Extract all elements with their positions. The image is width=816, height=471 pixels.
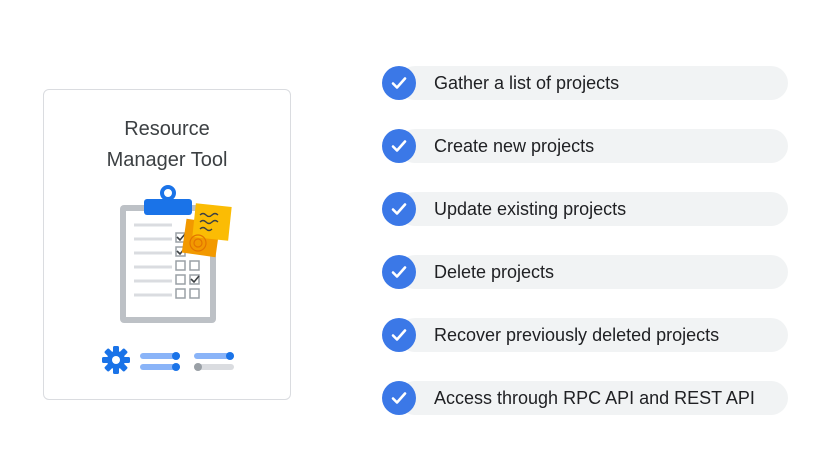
check-circle-icon — [382, 129, 416, 163]
card-title: Resource Manager Tool — [44, 114, 290, 176]
list-item: Create new projects — [382, 129, 788, 163]
check-circle-icon — [382, 318, 416, 352]
item-label: Recover previously deleted projects — [434, 325, 720, 345]
list-item: Delete projects — [382, 255, 788, 289]
list-item: Access through RPC API and REST API — [382, 381, 788, 415]
settings-controls — [102, 346, 234, 374]
check-circle-icon — [382, 255, 416, 289]
list-item: Recover previously deleted projects — [382, 318, 788, 352]
gear-icon — [102, 346, 130, 374]
item-label: Access through RPC API and REST API — [434, 388, 755, 408]
check-circle-icon — [382, 192, 416, 226]
item-label: Gather a list of projects — [434, 73, 620, 93]
card-title-line2: Manager Tool — [106, 149, 228, 171]
check-circle-icon — [382, 66, 416, 100]
list-item: Gather a list of projects — [382, 66, 788, 100]
check-circle-icon — [382, 381, 416, 415]
resource-manager-card: Resource Manager Tool — [43, 89, 291, 400]
item-label: Update existing projects — [434, 199, 627, 219]
list-item: Update existing projects — [382, 192, 788, 226]
item-label: Create new projects — [434, 136, 595, 156]
toggle-icon — [140, 352, 234, 371]
item-label: Delete projects — [434, 262, 555, 282]
clipboard-checklist-icon — [120, 185, 232, 323]
card-title-line1: Resource — [124, 118, 210, 140]
